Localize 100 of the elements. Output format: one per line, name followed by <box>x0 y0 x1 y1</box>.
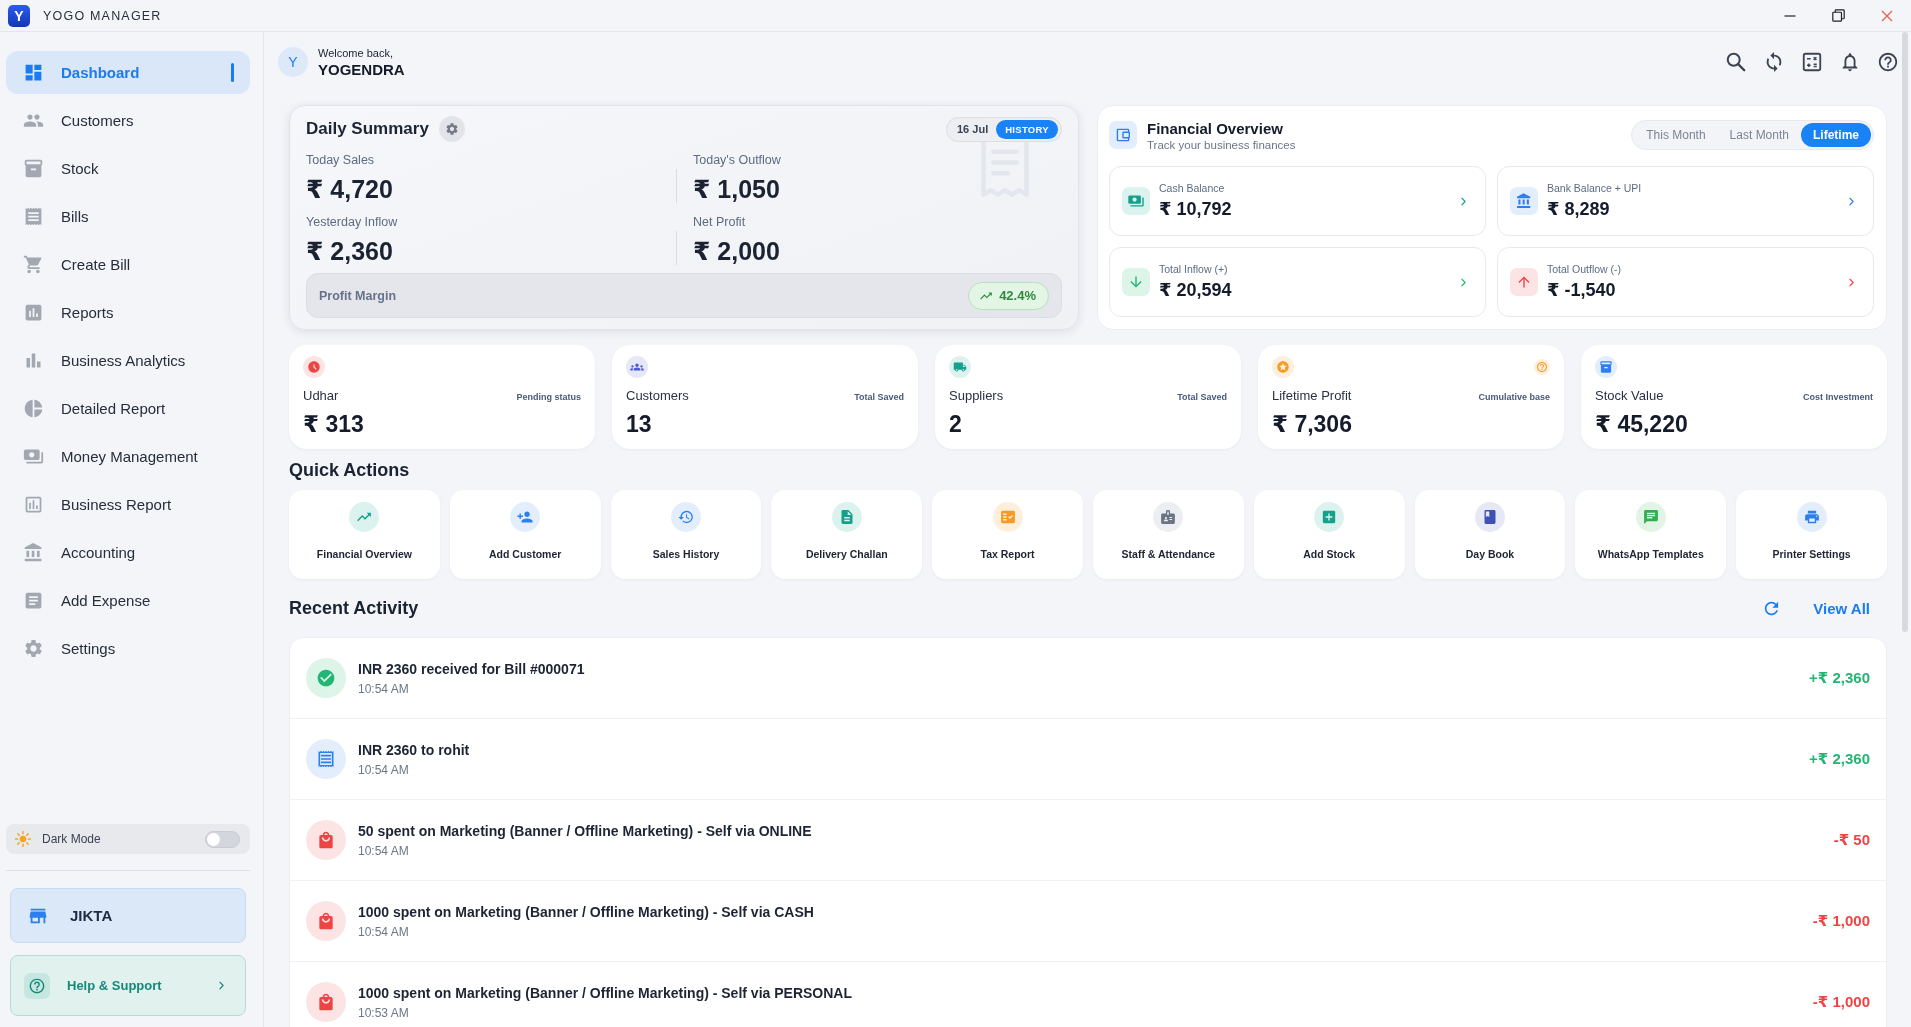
activity-title: 1000 spent on Marketing (Banner / Offline Marketing) - Self via PERSONAL <box>358 984 852 1001</box>
nav-item[interactable]: Create Bill <box>6 243 250 286</box>
nav-item[interactable]: Money Management <box>6 435 250 478</box>
stat-note: Total Saved <box>1177 391 1227 404</box>
activity-amount: -₹ 1,000 <box>1812 993 1870 1011</box>
section-title: Quick Actions <box>289 459 411 481</box>
nav-item[interactable]: Settings <box>6 627 250 670</box>
stat-value: ₹ 313 <box>303 410 365 438</box>
help-support-button[interactable]: Help & Support <box>10 955 246 1016</box>
cart-icon <box>23 254 44 275</box>
metric-label: Today Sales <box>306 152 376 168</box>
shop-name: JIKTA <box>70 907 113 924</box>
profit-margin-label: Profit Margin <box>319 288 397 303</box>
balance-card[interactable]: Cash Balance ₹ 10,792 <box>1109 166 1486 236</box>
quick-action-button[interactable]: Staff & Attendance <box>1093 490 1244 579</box>
quick-action-button[interactable]: WhatsApp Templates <box>1575 490 1727 579</box>
stat-label: Stock Value <box>1595 388 1664 404</box>
activity-title: INR 2360 to rohit <box>358 741 470 758</box>
add-person-icon <box>510 502 541 532</box>
balance-label: Bank Balance + UPI <box>1547 182 1642 194</box>
close-icon[interactable] <box>1881 9 1893 22</box>
bank-icon <box>23 542 44 563</box>
settings-icon[interactable] <box>438 116 465 142</box>
nav-item[interactable]: Stock <box>6 147 250 190</box>
user-avatar: Y <box>278 47 308 77</box>
checklist-icon <box>992 502 1023 532</box>
balance-card[interactable]: Total Outflow (-) ₹ -1,540 <box>1497 247 1874 317</box>
stat-note: Total Saved <box>854 391 904 404</box>
nav-item[interactable]: Business Analytics <box>6 339 250 382</box>
wallet-icon <box>1109 121 1137 149</box>
activity-time: 10:54 AM <box>358 924 410 939</box>
metric-label: Today's Outflow <box>693 152 782 168</box>
card-subtitle: Track your business finances <box>1147 138 1296 151</box>
calculator-icon[interactable] <box>1801 51 1823 73</box>
quick-action-button[interactable]: Add Stock <box>1253 490 1405 579</box>
active-indicator <box>231 63 234 82</box>
metric-value: ₹ 4,720 <box>306 174 394 205</box>
scrollbar-thumb[interactable] <box>1902 32 1908 632</box>
card-title: Financial Overview <box>1147 119 1284 137</box>
help-icon <box>24 972 50 999</box>
chevron-right-icon <box>216 980 227 991</box>
nav-item[interactable]: Accounting <box>6 531 250 574</box>
nav-item[interactable]: Business Report <box>6 483 250 526</box>
period-tab[interactable]: This Month <box>1634 123 1718 147</box>
history-button[interactable]: HISTORY <box>996 119 1058 139</box>
period-tab[interactable]: Last Month <box>1717 123 1801 147</box>
balance-value: ₹ 8,289 <box>1547 198 1611 220</box>
nav-item[interactable]: Add Expense <box>6 579 250 622</box>
shopping-bag-icon <box>306 982 346 1022</box>
activity-title: 1000 spent on Marketing (Banner / Offline Marketing) - Self via CASH <box>358 903 814 920</box>
document-icon <box>831 502 862 532</box>
quick-action-button[interactable]: Sales History <box>610 490 762 579</box>
section-title: Recent Activity <box>289 597 419 619</box>
bank-icon <box>1510 187 1538 215</box>
id-badge-icon <box>1153 502 1184 532</box>
activity-amount: -₹ 50 <box>1833 831 1870 849</box>
search-icon[interactable] <box>1725 51 1747 73</box>
stat-label: Suppliers <box>949 388 1004 404</box>
welcome-text: Welcome back, <box>318 46 394 59</box>
view-all-link[interactable]: View All <box>1813 599 1870 617</box>
help-icon[interactable] <box>1877 51 1899 73</box>
quick-action-button[interactable]: Delivery Challan <box>771 490 923 579</box>
balance-card[interactable]: Bank Balance + UPI ₹ 8,289 <box>1497 166 1874 236</box>
activity-time: 10:54 AM <box>358 843 410 858</box>
nav-item[interactable]: Customers <box>6 99 250 142</box>
chart-icon <box>23 494 44 515</box>
nav-item[interactable]: Bills <box>6 195 250 238</box>
period-tab[interactable]: Lifetime <box>1801 123 1871 147</box>
chevron-right-icon <box>1458 276 1469 288</box>
toggle-switch[interactable] <box>205 830 240 848</box>
settings-icon <box>23 638 44 659</box>
user-name: YOGENDRA <box>318 60 405 78</box>
restore-icon[interactable] <box>1832 9 1845 22</box>
quick-action-button[interactable]: Add Customer <box>449 490 601 579</box>
shop-card[interactable]: JIKTA <box>10 888 246 943</box>
receipt-icon <box>306 739 346 779</box>
archive-box-icon <box>23 158 44 179</box>
balance-value: ₹ -1,540 <box>1547 279 1617 301</box>
stat-value: ₹ 7,306 <box>1272 410 1353 438</box>
balance-label: Cash Balance <box>1159 182 1226 194</box>
stat-label: Customers <box>626 388 689 404</box>
nav-item[interactable]: Reports <box>6 291 250 334</box>
list-icon <box>23 590 44 611</box>
chat-icon <box>1635 502 1666 532</box>
activity-title: 50 spent on Marketing (Banner / Offline Marketing) - Self via ONLINE <box>358 822 812 839</box>
nav-item[interactable]: Detailed Report <box>6 387 250 430</box>
chevron-right-icon <box>1846 195 1857 207</box>
activity-amount: -₹ 1,000 <box>1812 912 1870 930</box>
quick-action-button[interactable]: Day Book <box>1414 490 1566 579</box>
activity-amount: +₹ 2,360 <box>1809 669 1870 687</box>
balance-value: ₹ 20,594 <box>1159 279 1232 301</box>
quick-action-button[interactable]: Financial Overview <box>289 490 440 579</box>
balance-card[interactable]: Total Inflow (+) ₹ 20,594 <box>1109 247 1486 317</box>
quick-action-button[interactable]: Tax Report <box>932 490 1083 579</box>
truck-icon <box>949 356 971 378</box>
chart-icon <box>23 302 44 323</box>
stat-value: 13 <box>626 410 653 438</box>
stat-note: Cost Investment <box>1803 391 1873 404</box>
quick-action-button[interactable]: Printer Settings <box>1736 490 1887 579</box>
arrow-down-icon <box>1122 268 1150 296</box>
